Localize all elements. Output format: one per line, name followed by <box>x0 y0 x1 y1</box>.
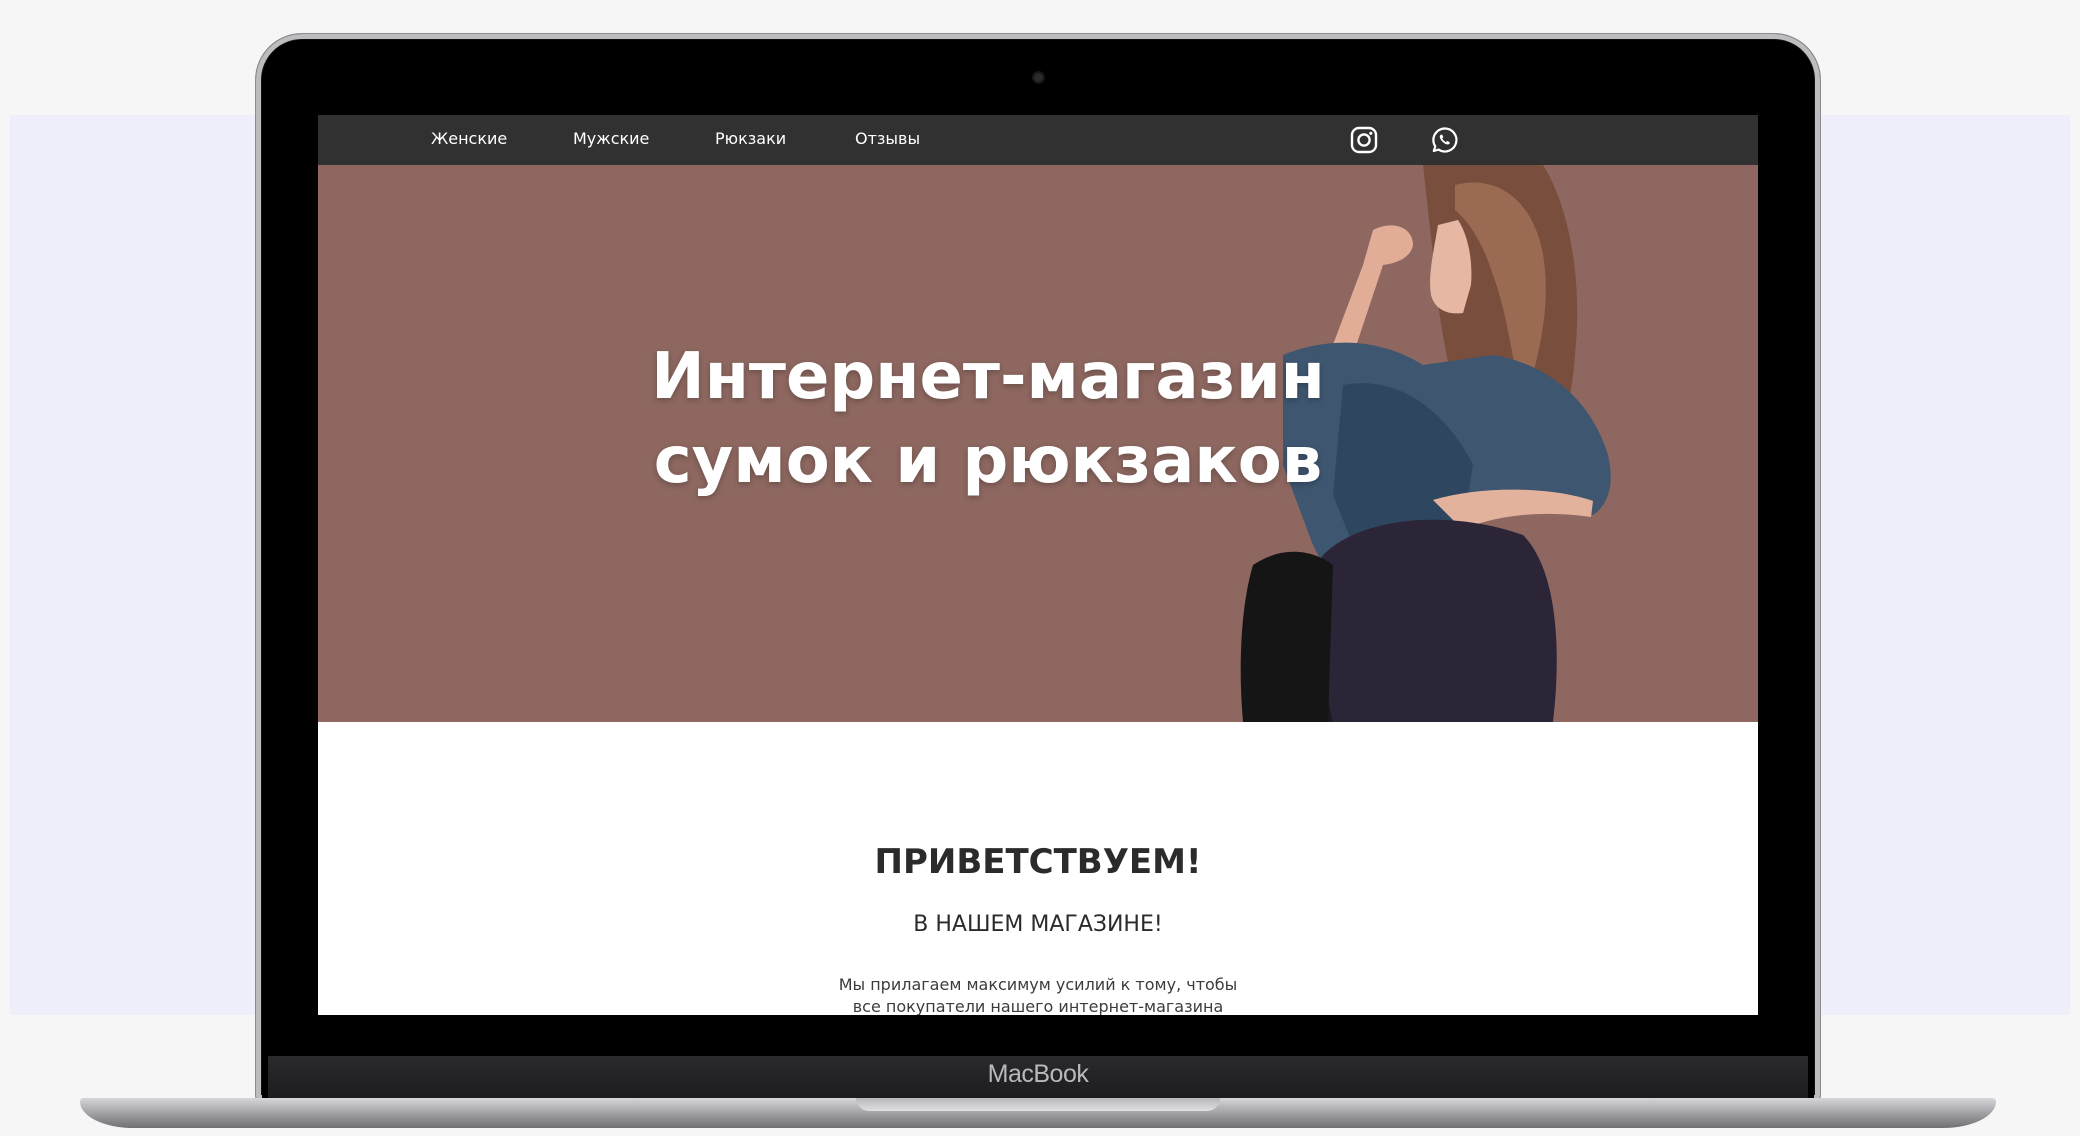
hero-title-line2: сумок и рюкзаков <box>653 424 1323 498</box>
nav-item-women[interactable]: Женские <box>431 129 507 148</box>
welcome-title: ПРИВЕТСТВУЕМ! <box>874 842 1202 882</box>
welcome-section: ПРИВЕТСТВУЕМ! В НАШЕМ МАГАЗИНЕ! Мы прила… <box>318 722 1758 1015</box>
welcome-text: Мы прилагаем максимум усилий к тому, что… <box>818 974 1258 1015</box>
nav-item-reviews[interactable]: Отзывы <box>855 129 920 148</box>
top-navbar: Женские Мужские Рюкзаки Отзывы <box>318 115 1758 165</box>
camera-icon <box>1034 73 1043 82</box>
welcome-text-line1: Мы прилагаем максимум усилий к тому, что… <box>838 975 1238 994</box>
nav-item-men[interactable]: Мужские <box>573 129 649 148</box>
welcome-subtitle: В НАШЕМ МАГАЗИНЕ! <box>913 912 1163 937</box>
browser-viewport: Женские Мужские Рюкзаки Отзывы Интернет-… <box>318 115 1758 1015</box>
laptop-brand-label: MacBook <box>987 1060 1089 1088</box>
whatsapp-icon[interactable] <box>1430 125 1460 155</box>
hero-banner: Интернет-магазин сумок и рюкзаков <box>318 165 1758 722</box>
laptop-hinge-notch <box>856 1098 1220 1111</box>
stage: Женские Мужские Рюкзаки Отзывы Интернет-… <box>0 0 2080 1136</box>
hero-title-line1: Интернет-магазин <box>651 340 1325 414</box>
instagram-icon[interactable] <box>1349 125 1379 155</box>
nav-item-backpacks[interactable]: Рюкзаки <box>715 129 786 148</box>
hero-title: Интернет-магазин сумок и рюкзаков <box>648 335 1328 503</box>
welcome-text-line2: все покупатели нашего интернет-магазина <box>852 997 1224 1015</box>
